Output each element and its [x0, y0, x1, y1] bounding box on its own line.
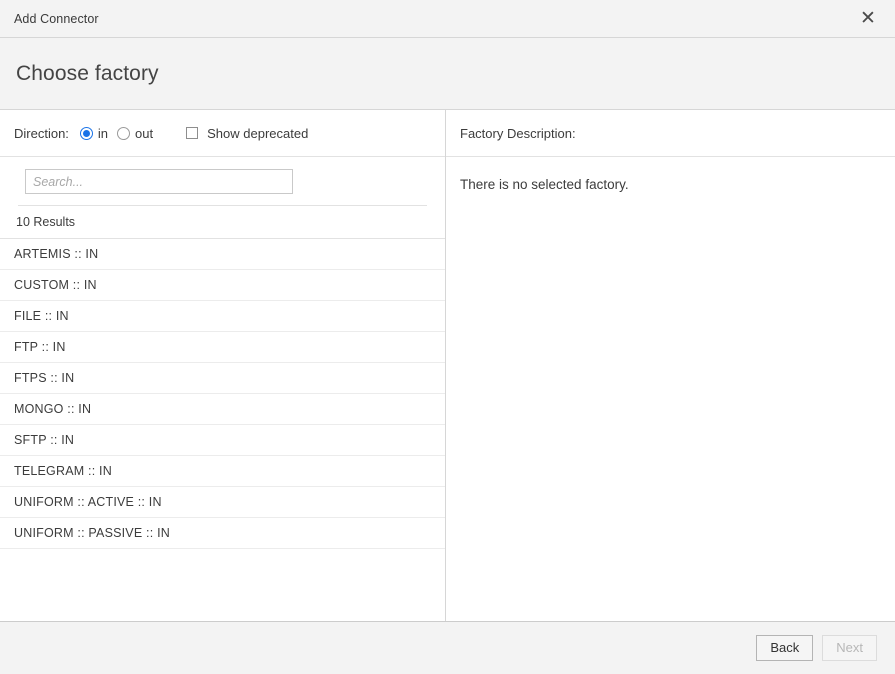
checkbox-unchecked-icon [186, 127, 198, 139]
results-count: 10 Results [0, 206, 445, 239]
radio-unselected-icon [117, 127, 130, 140]
list-item[interactable]: SFTP :: IN [0, 425, 445, 456]
factory-description-pane: Factory Description: There is no selecte… [446, 110, 895, 621]
step-header: Choose factory [0, 38, 895, 110]
direction-radio-in-label: in [98, 126, 108, 141]
list-item[interactable]: UNIFORM :: PASSIVE :: IN [0, 518, 445, 549]
dialog-titlebar: Add Connector ✕ [0, 0, 895, 38]
factory-list[interactable]: ARTEMIS :: IN CUSTOM :: IN FILE :: IN FT… [0, 239, 445, 621]
list-item[interactable]: CUSTOM :: IN [0, 270, 445, 301]
show-deprecated-label: Show deprecated [207, 126, 308, 141]
list-item[interactable]: UNIFORM :: ACTIVE :: IN [0, 487, 445, 518]
direction-filter-row: Direction: in out Show deprecated [0, 110, 445, 157]
dialog-footer: Back Next [0, 622, 895, 674]
next-button: Next [822, 635, 877, 661]
close-icon[interactable]: ✕ [855, 6, 881, 32]
direction-radio-group: in out [80, 126, 162, 141]
factory-description-header: Factory Description: [446, 110, 895, 157]
list-item[interactable]: MONGO :: IN [0, 394, 445, 425]
page-title: Choose factory [16, 62, 159, 86]
add-connector-dialog: Add Connector ✕ Choose factory Direction… [0, 0, 895, 674]
list-item[interactable]: FILE :: IN [0, 301, 445, 332]
direction-radio-out[interactable]: out [117, 126, 153, 141]
list-item[interactable]: FTP :: IN [0, 332, 445, 363]
radio-selected-icon [80, 127, 93, 140]
direction-radio-in[interactable]: in [80, 126, 108, 141]
show-deprecated-checkbox[interactable]: Show deprecated [186, 126, 308, 141]
list-item[interactable]: ARTEMIS :: IN [0, 239, 445, 270]
factory-selection-pane: Direction: in out Show deprecated [0, 110, 446, 621]
back-button[interactable]: Back [756, 635, 813, 661]
search-area [0, 157, 445, 194]
factory-description-body: There is no selected factory. [446, 157, 895, 621]
dialog-body: Direction: in out Show deprecated [0, 110, 895, 622]
list-item[interactable]: TELEGRAM :: IN [0, 456, 445, 487]
direction-radio-out-label: out [135, 126, 153, 141]
list-item[interactable]: FTPS :: IN [0, 363, 445, 394]
search-input[interactable] [25, 169, 293, 194]
dialog-title: Add Connector [14, 12, 99, 26]
direction-label: Direction: [14, 126, 69, 141]
